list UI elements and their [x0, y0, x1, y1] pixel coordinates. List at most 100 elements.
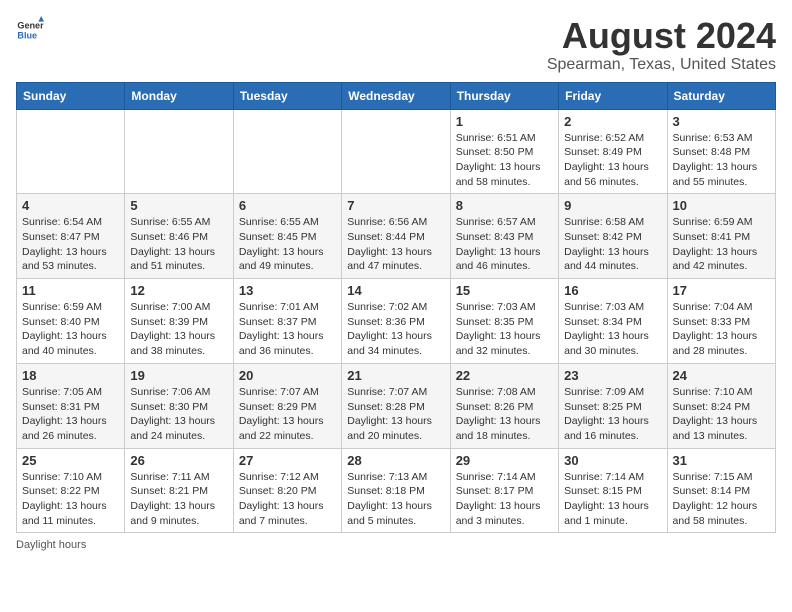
- day-info: Sunrise: 7:10 AM Sunset: 8:24 PM Dayligh…: [673, 385, 770, 444]
- calendar-day-header: Thursday: [450, 82, 558, 109]
- calendar-week-row: 4 Sunrise: 6:54 AM Sunset: 8:47 PM Daylig…: [17, 194, 776, 279]
- calendar-day-header: Saturday: [667, 82, 775, 109]
- day-number: 26: [130, 453, 227, 468]
- day-number: 6: [239, 198, 336, 213]
- day-number: 8: [456, 198, 553, 213]
- calendar-cell: 30 Sunrise: 7:14 AM Sunset: 8:15 PM Dayli…: [559, 448, 667, 533]
- day-info: Sunrise: 7:14 AM Sunset: 8:15 PM Dayligh…: [564, 470, 661, 529]
- calendar-cell: 11Sunrise: 6:59 AM Sunset: 8:40 PM Dayli…: [17, 279, 125, 364]
- day-number: 15: [456, 283, 553, 298]
- day-number: 27: [239, 453, 336, 468]
- day-info: Sunrise: 7:07 AM Sunset: 8:29 PM Dayligh…: [239, 385, 336, 444]
- calendar-cell: [342, 109, 450, 194]
- day-number: 3: [673, 114, 770, 129]
- day-info: Sunrise: 7:05 AM Sunset: 8:31 PM Dayligh…: [22, 385, 119, 444]
- calendar-cell: 14 Sunrise: 7:02 AM Sunset: 8:36 PM Dayli…: [342, 279, 450, 364]
- day-info: Sunrise: 7:06 AM Sunset: 8:30 PM Dayligh…: [130, 385, 227, 444]
- day-number: 2: [564, 114, 661, 129]
- day-number: 13: [239, 283, 336, 298]
- calendar-day-header: Tuesday: [233, 82, 341, 109]
- calendar-cell: 4 Sunrise: 6:54 AM Sunset: 8:47 PM Daylig…: [17, 194, 125, 279]
- calendar-cell: [125, 109, 233, 194]
- main-title: August 2024: [547, 16, 776, 56]
- calendar-cell: 8Sunrise: 6:57 AM Sunset: 8:43 PM Daylig…: [450, 194, 558, 279]
- day-info: Sunrise: 6:51 AM Sunset: 8:50 PM Dayligh…: [456, 131, 553, 190]
- day-info: Sunrise: 7:13 AM Sunset: 8:18 PM Dayligh…: [347, 470, 444, 529]
- calendar-week-row: 1 Sunrise: 6:51 AM Sunset: 8:50 PM Daylig…: [17, 109, 776, 194]
- day-number: 17: [673, 283, 770, 298]
- day-info: Sunrise: 7:03 AM Sunset: 8:34 PM Dayligh…: [564, 300, 661, 359]
- day-number: 31: [673, 453, 770, 468]
- calendar-cell: 5 Sunrise: 6:55 AM Sunset: 8:46 PM Daylig…: [125, 194, 233, 279]
- day-info: Sunrise: 6:52 AM Sunset: 8:49 PM Dayligh…: [564, 131, 661, 190]
- calendar-cell: 16 Sunrise: 7:03 AM Sunset: 8:34 PM Dayli…: [559, 279, 667, 364]
- day-number: 18: [22, 368, 119, 383]
- day-info: Sunrise: 7:03 AM Sunset: 8:35 PM Dayligh…: [456, 300, 553, 359]
- svg-text:General: General: [17, 21, 44, 31]
- calendar-table: SundayMondayTuesdayWednesdayThursdayFrid…: [16, 82, 776, 534]
- calendar-cell: 17 Sunrise: 7:04 AM Sunset: 8:33 PM Dayli…: [667, 279, 775, 364]
- calendar-cell: 19 Sunrise: 7:06 AM Sunset: 8:30 PM Dayli…: [125, 363, 233, 448]
- day-number: 14: [347, 283, 444, 298]
- day-number: 12: [130, 283, 227, 298]
- day-info: Sunrise: 7:10 AM Sunset: 8:22 PM Dayligh…: [22, 470, 119, 529]
- calendar-cell: 13 Sunrise: 7:01 AM Sunset: 8:37 PM Dayli…: [233, 279, 341, 364]
- day-info: Sunrise: 6:54 AM Sunset: 8:47 PM Dayligh…: [22, 215, 119, 274]
- calendar-header-row: SundayMondayTuesdayWednesdayThursdayFrid…: [17, 82, 776, 109]
- day-number: 1: [456, 114, 553, 129]
- day-number: 30: [564, 453, 661, 468]
- day-number: 20: [239, 368, 336, 383]
- calendar-cell: 21Sunrise: 7:07 AM Sunset: 8:28 PM Dayli…: [342, 363, 450, 448]
- day-number: 28: [347, 453, 444, 468]
- calendar-cell: 23 Sunrise: 7:09 AM Sunset: 8:25 PM Dayli…: [559, 363, 667, 448]
- calendar-cell: 9Sunrise: 6:58 AM Sunset: 8:42 PM Daylig…: [559, 194, 667, 279]
- day-info: Sunrise: 7:02 AM Sunset: 8:36 PM Dayligh…: [347, 300, 444, 359]
- day-info: Sunrise: 7:11 AM Sunset: 8:21 PM Dayligh…: [130, 470, 227, 529]
- day-info: Sunrise: 6:59 AM Sunset: 8:41 PM Dayligh…: [673, 215, 770, 274]
- calendar-week-row: 11Sunrise: 6:59 AM Sunset: 8:40 PM Dayli…: [17, 279, 776, 364]
- logo-icon: General Blue: [16, 16, 44, 44]
- calendar-cell: 2 Sunrise: 6:52 AM Sunset: 8:49 PM Daylig…: [559, 109, 667, 194]
- calendar-cell: 10Sunrise: 6:59 AM Sunset: 8:41 PM Dayli…: [667, 194, 775, 279]
- day-number: 25: [22, 453, 119, 468]
- day-number: 22: [456, 368, 553, 383]
- day-number: 23: [564, 368, 661, 383]
- calendar-cell: 15 Sunrise: 7:03 AM Sunset: 8:35 PM Dayli…: [450, 279, 558, 364]
- header: General Blue August 2024 Spearman, Texas…: [16, 16, 776, 74]
- day-info: Sunrise: 6:56 AM Sunset: 8:44 PM Dayligh…: [347, 215, 444, 274]
- calendar-cell: 3Sunrise: 6:53 AM Sunset: 8:48 PM Daylig…: [667, 109, 775, 194]
- day-number: 16: [564, 283, 661, 298]
- calendar-cell: 29 Sunrise: 7:14 AM Sunset: 8:17 PM Dayli…: [450, 448, 558, 533]
- calendar-cell: 6 Sunrise: 6:55 AM Sunset: 8:45 PM Daylig…: [233, 194, 341, 279]
- day-info: Sunrise: 6:55 AM Sunset: 8:46 PM Dayligh…: [130, 215, 227, 274]
- calendar-cell: 22 Sunrise: 7:08 AM Sunset: 8:26 PM Dayli…: [450, 363, 558, 448]
- calendar-body: 1 Sunrise: 6:51 AM Sunset: 8:50 PM Daylig…: [17, 109, 776, 533]
- day-info: Sunrise: 6:58 AM Sunset: 8:42 PM Dayligh…: [564, 215, 661, 274]
- calendar-cell: 7 Sunrise: 6:56 AM Sunset: 8:44 PM Daylig…: [342, 194, 450, 279]
- calendar-cell: 12 Sunrise: 7:00 AM Sunset: 8:39 PM Dayli…: [125, 279, 233, 364]
- day-info: Sunrise: 7:04 AM Sunset: 8:33 PM Dayligh…: [673, 300, 770, 359]
- calendar-cell: 25 Sunrise: 7:10 AM Sunset: 8:22 PM Dayli…: [17, 448, 125, 533]
- day-number: 24: [673, 368, 770, 383]
- footer: Daylight hours: [16, 539, 776, 551]
- day-number: 29: [456, 453, 553, 468]
- calendar-cell: 1 Sunrise: 6:51 AM Sunset: 8:50 PM Daylig…: [450, 109, 558, 194]
- calendar-cell: 26 Sunrise: 7:11 AM Sunset: 8:21 PM Dayli…: [125, 448, 233, 533]
- subtitle: Spearman, Texas, United States: [547, 56, 776, 74]
- day-info: Sunrise: 7:14 AM Sunset: 8:17 PM Dayligh…: [456, 470, 553, 529]
- day-info: Sunrise: 6:55 AM Sunset: 8:45 PM Dayligh…: [239, 215, 336, 274]
- day-number: 19: [130, 368, 227, 383]
- day-info: Sunrise: 7:00 AM Sunset: 8:39 PM Dayligh…: [130, 300, 227, 359]
- day-number: 4: [22, 198, 119, 213]
- day-number: 5: [130, 198, 227, 213]
- day-info: Sunrise: 7:01 AM Sunset: 8:37 PM Dayligh…: [239, 300, 336, 359]
- day-info: Sunrise: 7:09 AM Sunset: 8:25 PM Dayligh…: [564, 385, 661, 444]
- calendar-week-row: 18 Sunrise: 7:05 AM Sunset: 8:31 PM Dayli…: [17, 363, 776, 448]
- day-number: 7: [347, 198, 444, 213]
- day-info: Sunrise: 7:08 AM Sunset: 8:26 PM Dayligh…: [456, 385, 553, 444]
- calendar-week-row: 25 Sunrise: 7:10 AM Sunset: 8:22 PM Dayli…: [17, 448, 776, 533]
- calendar-day-header: Monday: [125, 82, 233, 109]
- calendar-cell: 18 Sunrise: 7:05 AM Sunset: 8:31 PM Dayli…: [17, 363, 125, 448]
- calendar-cell: 28 Sunrise: 7:13 AM Sunset: 8:18 PM Dayli…: [342, 448, 450, 533]
- day-info: Sunrise: 6:59 AM Sunset: 8:40 PM Dayligh…: [22, 300, 119, 359]
